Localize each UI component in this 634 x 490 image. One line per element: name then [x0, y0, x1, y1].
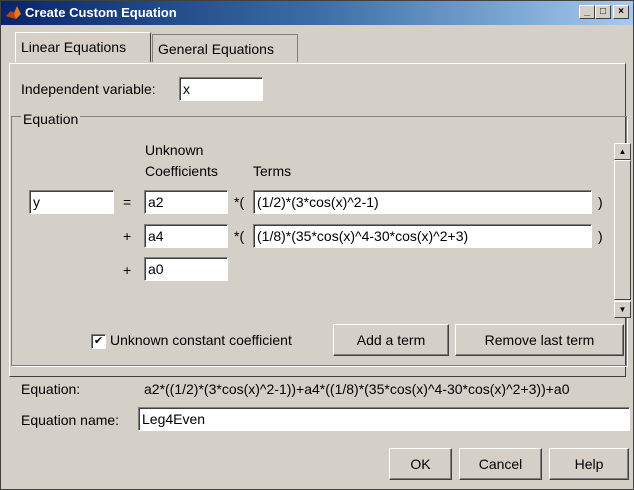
equation-preview-text: a2*((1/2)*(3*cos(x)^2-1))+a4*((1/8)*(35*…	[144, 381, 570, 397]
scroll-up-arrow-icon[interactable]: ▲	[614, 143, 631, 160]
independent-variable-label: Independent variable:	[21, 81, 156, 97]
equals-sign: =	[123, 194, 132, 210]
multiply-open-paren: *(	[234, 228, 245, 244]
independent-variable-field[interactable]: x	[179, 77, 263, 101]
unknown-constant-checkbox[interactable]: ✔	[91, 334, 106, 349]
coefficient-field-a0[interactable]: a0	[144, 257, 228, 281]
coefficient-field-a4[interactable]: a4	[144, 224, 228, 248]
add-term-button[interactable]: Add a term	[333, 324, 449, 356]
close-button[interactable]: ×	[613, 5, 629, 19]
maximize-button[interactable]: □	[595, 5, 611, 19]
terms-header: Terms	[253, 163, 292, 179]
close-paren: )	[598, 228, 603, 244]
term-field-2[interactable]: (1/8)*(35*cos(x)^4-30*cos(x)^2+3)	[253, 224, 592, 248]
title-bar[interactable]: Create Custom Equation _ □ ×	[1, 1, 633, 25]
cancel-button[interactable]: Cancel	[459, 448, 542, 480]
matlab-logo-icon	[6, 6, 21, 19]
help-button[interactable]: Help	[549, 448, 629, 480]
scroll-thumb[interactable]	[614, 160, 631, 300]
vertical-scrollbar[interactable]: ▲ ▼	[614, 143, 631, 318]
equation-preview-label: Equation:	[21, 381, 81, 397]
window-title: Create Custom Equation	[25, 5, 177, 20]
equation-name-label: Equation name:	[21, 412, 120, 428]
equation-group-title: Equation	[21, 111, 81, 127]
term-field-1[interactable]: (1/2)*(3*cos(x)^2-1)	[253, 190, 592, 214]
coefficients-header-2: Coefficients	[145, 163, 218, 179]
dialog-window: Create Custom Equation _ □ × Linear Equa…	[0, 0, 634, 490]
plus-sign: +	[123, 262, 132, 278]
multiply-open-paren: *(	[234, 194, 245, 210]
lhs-variable-field[interactable]: y	[29, 190, 114, 214]
tab-general-equations[interactable]: General Equations	[152, 34, 298, 62]
coefficient-field-a2[interactable]: a2	[144, 190, 228, 214]
minimize-button[interactable]: _	[579, 5, 595, 19]
coefficients-header-1: Unknown	[145, 142, 204, 158]
close-paren: )	[598, 194, 603, 210]
unknown-constant-label: Unknown constant coefficient	[110, 332, 292, 348]
equation-name-field[interactable]: Leg4Even	[138, 407, 630, 431]
ok-button[interactable]: OK	[389, 448, 452, 480]
plus-sign: +	[123, 228, 132, 244]
tab-linear-equations[interactable]: Linear Equations	[15, 32, 151, 62]
scroll-down-arrow-icon[interactable]: ▼	[614, 301, 631, 318]
remove-last-term-button[interactable]: Remove last term	[455, 324, 624, 356]
